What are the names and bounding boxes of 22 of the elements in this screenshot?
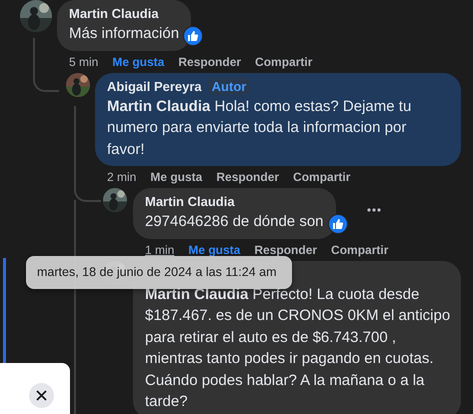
author-name[interactable]: Martin Claudia xyxy=(69,6,159,21)
author-name[interactable]: Martin Claudia xyxy=(145,194,235,209)
like-button[interactable]: Me gusta xyxy=(150,168,202,186)
comment-text: Más información xyxy=(69,24,180,44)
share-button[interactable]: Compartir xyxy=(293,168,350,186)
reply-button[interactable]: Responder xyxy=(178,52,242,70)
share-button[interactable]: Compartir xyxy=(331,240,388,258)
share-button[interactable]: Compartir xyxy=(255,52,312,70)
reply-button[interactable]: Responder xyxy=(254,240,318,258)
like-button[interactable]: Me gusta xyxy=(112,52,164,70)
close-button[interactable] xyxy=(29,383,54,408)
timestamp-link[interactable]: 1 min xyxy=(145,240,174,258)
comment-text: 2974646286 de dónde son xyxy=(145,212,324,232)
timestamp-link[interactable]: 2 min xyxy=(107,168,136,186)
reply-button[interactable]: Responder xyxy=(216,168,280,186)
author-badge: Autor xyxy=(208,78,250,94)
comment-text: Martin Claudia Hola! como estas? Dejame tu numero para enviarte toda la informacion por favor! xyxy=(107,96,412,160)
close-icon xyxy=(36,390,47,401)
more-options-icon[interactable] xyxy=(366,208,381,212)
timestamp-link[interactable]: 5 min xyxy=(69,52,98,70)
like-button[interactable]: Me gusta xyxy=(188,240,240,258)
author-name[interactable]: Abigail Pereyra xyxy=(107,78,202,94)
